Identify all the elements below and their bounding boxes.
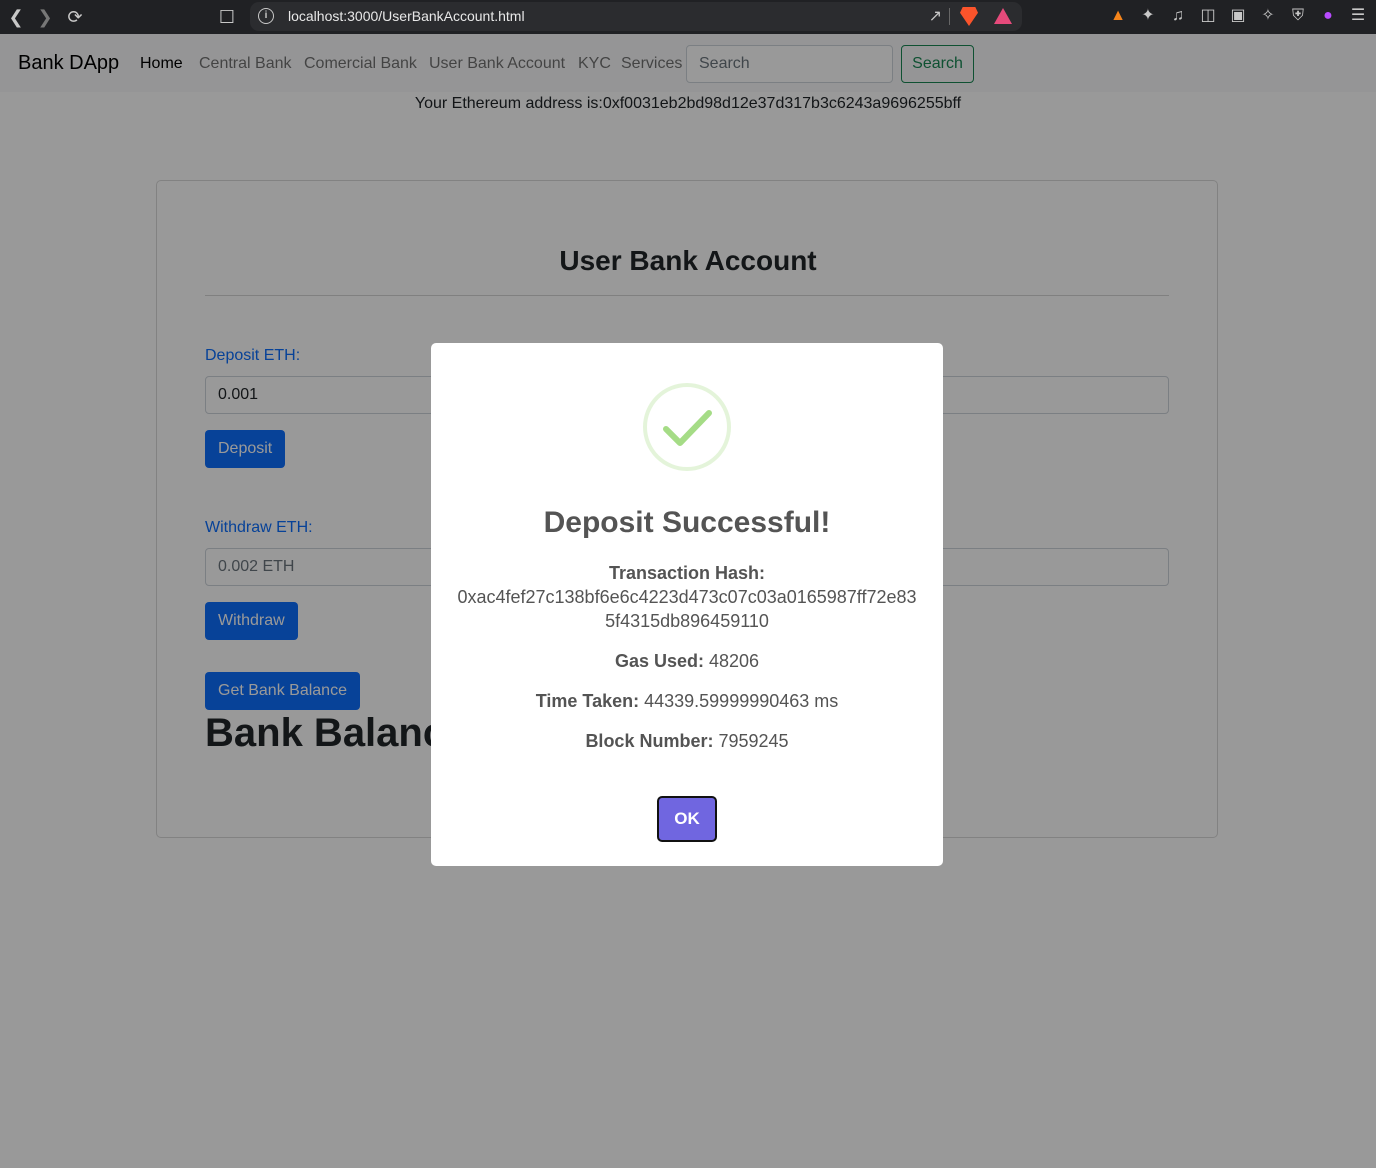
vpn-icon[interactable]: ⛨ [1287,5,1309,27]
time-taken-label: Time Taken: [535,691,640,711]
gas-used-label: Gas Used: [614,651,704,671]
time-taken-row: Time Taken: 44339.59999990463 ms [455,689,919,713]
transaction-hash-value: 0xac4fef27c138bf6e6c4223d473c07c03a01659… [457,587,917,631]
browser-toolbar: ❮ ❯ ⟳ ☐ i localhost:3000/UserBankAccount… [0,0,1376,34]
block-number-row: Block Number: 7959245 [455,729,919,753]
wallet-icon[interactable]: ▣ [1227,5,1249,27]
leo-icon[interactable]: ✧ [1257,5,1279,27]
menu-icon[interactable]: ☰ [1347,5,1369,27]
url-text[interactable]: localhost:3000/UserBankAccount.html [288,8,525,24]
site-info-icon[interactable]: i [258,8,274,24]
share-icon[interactable]: ↗ [929,6,942,26]
back-icon[interactable]: ❮ [4,5,28,29]
brave-shields-icon[interactable] [960,7,978,26]
ok-button[interactable]: OK [657,796,717,842]
extensions-icon[interactable]: ✦ [1137,5,1159,27]
time-taken-value: 44339.59999990463 ms [644,691,839,711]
transaction-hash-label: Transaction Hash: [608,563,766,583]
forward-icon[interactable]: ❯ [33,5,57,29]
metamask-icon[interactable]: ▲ [1107,5,1129,27]
bookmark-icon[interactable]: ☐ [215,5,239,29]
success-modal: Deposit Successful! Transaction Hash: 0x… [431,343,943,866]
modal-body: Transaction Hash: 0xac4fef27c138bf6e6c42… [455,561,919,769]
brave-rewards-icon[interactable] [994,8,1012,24]
media-icon[interactable]: ♫ [1167,5,1189,27]
address-bar[interactable]: i localhost:3000/UserBankAccount.html ↗ [250,2,1022,31]
divider [949,8,950,25]
profile-icon[interactable]: ● [1317,5,1339,27]
block-number-label: Block Number: [585,731,714,751]
checkmark-icon [643,383,731,471]
modal-title: Deposit Successful! [543,506,831,539]
gas-used-value: 48206 [709,651,760,671]
gas-used-row: Gas Used: 48206 [455,649,919,673]
transaction-hash-row: Transaction Hash: 0xac4fef27c138bf6e6c42… [455,561,919,633]
reload-icon[interactable]: ⟳ [63,5,87,29]
block-number-value: 7959245 [718,731,789,751]
sidebar-icon[interactable]: ◫ [1197,5,1219,27]
